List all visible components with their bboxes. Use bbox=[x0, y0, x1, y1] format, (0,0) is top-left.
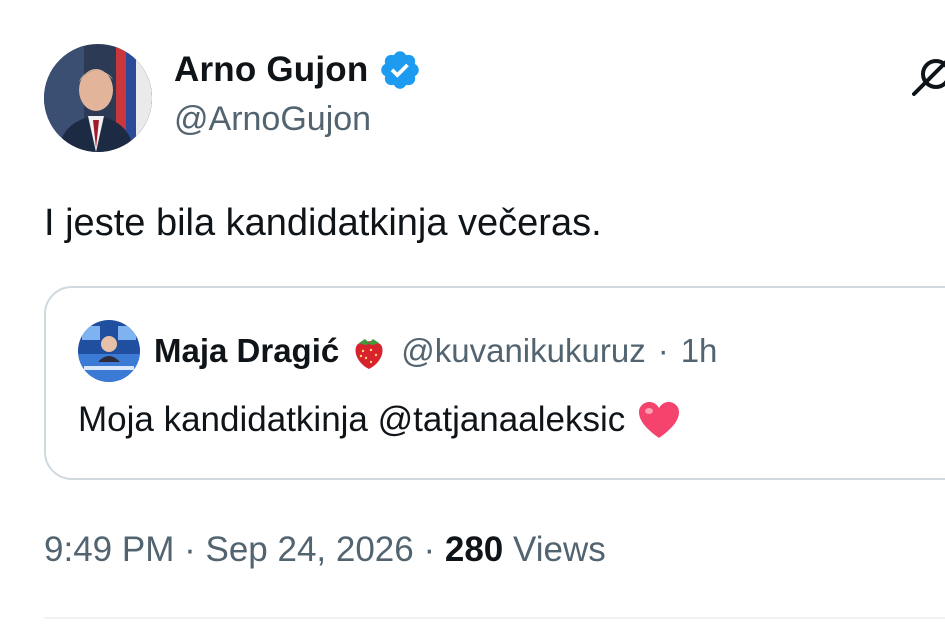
author-handle[interactable]: @ArnoGujon bbox=[174, 100, 422, 139]
author-name-row: Arno Gujon bbox=[174, 44, 422, 96]
divider bbox=[44, 617, 945, 619]
quoted-author-name[interactable]: Maja Dragić bbox=[154, 332, 339, 370]
quoted-author-handle[interactable]: @kuvanikukuruz bbox=[401, 332, 645, 370]
tweet-text: I jeste bila kandidatkinja večeras. bbox=[44, 202, 602, 244]
strawberry-icon bbox=[349, 331, 389, 371]
profile-photo-icon bbox=[44, 44, 152, 152]
meta-separator: · bbox=[423, 530, 436, 569]
tweet-detail-page: Arno Gujon @ArnoGujon I jeste bila kandi… bbox=[0, 0, 945, 624]
quoted-tweet-text: Moja kandidatkinja @tatjanaaleksic bbox=[78, 400, 626, 439]
tweet-header: Arno Gujon @ArnoGujon bbox=[44, 44, 422, 152]
tweet-date[interactable]: Sep 24, 2026 bbox=[205, 530, 413, 569]
author-display-name[interactable]: Arno Gujon bbox=[174, 50, 368, 90]
author-names: Arno Gujon @ArnoGujon bbox=[174, 44, 422, 139]
quoted-tweet-text-row: Moja kandidatkinja @tatjanaaleksic bbox=[78, 396, 681, 444]
quoted-timestamp[interactable]: 1h bbox=[681, 332, 718, 370]
views-count[interactable]: 280 bbox=[445, 530, 503, 569]
grok-icon[interactable] bbox=[912, 54, 945, 98]
views-label[interactable]: Views bbox=[513, 530, 606, 569]
heart-icon bbox=[637, 400, 681, 440]
quoted-separator: · bbox=[657, 332, 669, 369]
verified-badge-icon[interactable] bbox=[378, 48, 422, 92]
tv-studio-icon bbox=[78, 320, 140, 382]
quoted-author-avatar[interactable] bbox=[78, 320, 140, 382]
meta-separator: · bbox=[184, 530, 196, 569]
author-avatar[interactable] bbox=[44, 44, 152, 152]
tweet-meta: 9:49 PM · Sep 24, 2026 · 280 Views bbox=[44, 526, 606, 574]
tweet-time[interactable]: 9:49 PM bbox=[44, 530, 174, 569]
quoted-tweet-card[interactable]: Maja Dragić @kuvanikukuruz · 1h Moja kan… bbox=[44, 286, 945, 480]
quoted-tweet-header: Maja Dragić @kuvanikukuruz · 1h bbox=[78, 320, 717, 382]
